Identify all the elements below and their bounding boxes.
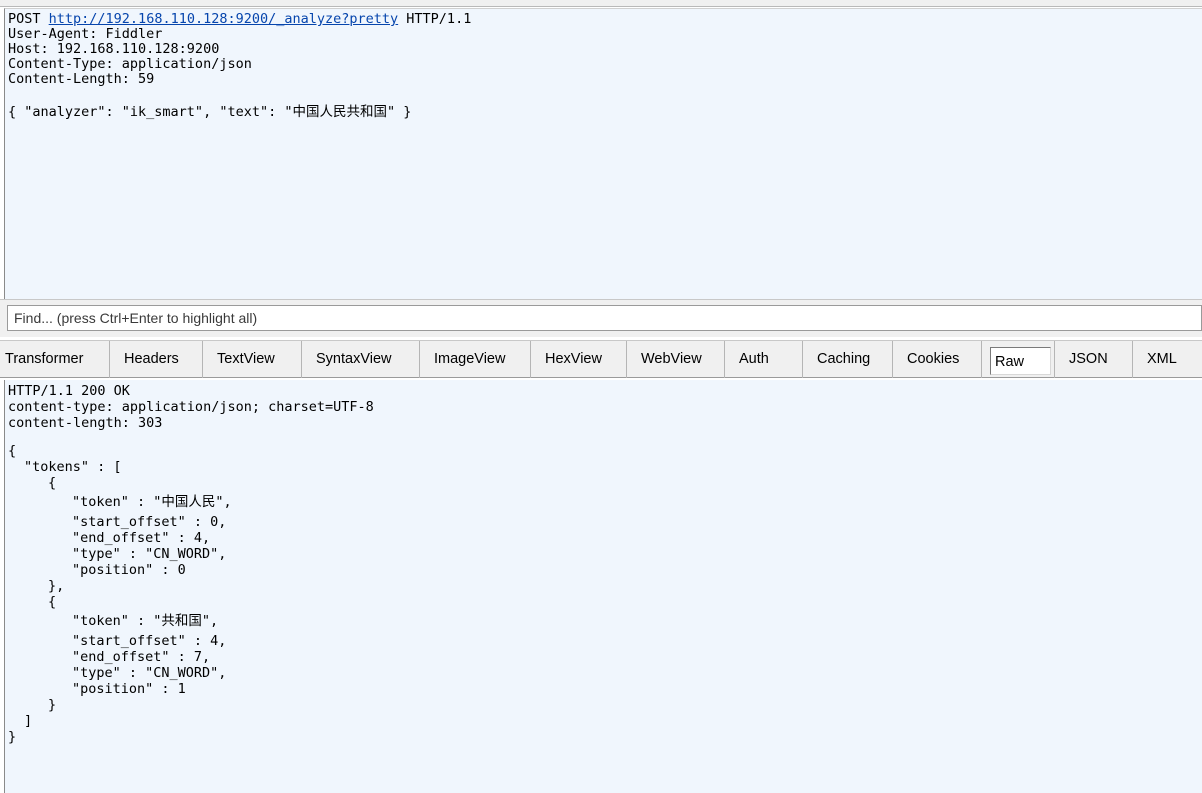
top-tab-strip <box>0 0 1202 7</box>
find-bar: Find... (press Ctrl+Enter to highlight a… <box>0 299 1202 337</box>
json-line: } <box>48 697 57 713</box>
tab-syntaxview[interactable]: SyntaxView <box>302 341 420 378</box>
json-line: }, <box>48 578 65 594</box>
request-line: POST http://192.168.110.128:9200/_analyz… <box>8 12 1202 27</box>
request-header-line: Content-Type: application/json <box>8 56 252 72</box>
json-line: { <box>48 594 57 610</box>
tab-cookies[interactable]: Cookies <box>893 341 982 378</box>
find-input[interactable]: Find... (press Ctrl+Enter to highlight a… <box>7 305 1202 331</box>
request-body: { "analyzer": "ik_smart", "text": "中国人民共… <box>8 104 412 120</box>
tab-caching[interactable]: Caching <box>803 341 893 378</box>
json-line: } <box>8 729 17 745</box>
json-line: "position" : 0 <box>72 562 186 578</box>
request-header-line: User-Agent: Fiddler <box>8 26 163 42</box>
json-line: "token" : "中国人民", <box>72 494 232 510</box>
json-line: "end_offset" : 4, <box>72 530 211 546</box>
tab-json[interactable]: JSON <box>1055 341 1133 378</box>
tab-auth[interactable]: Auth <box>725 341 803 378</box>
response-text: HTTP/1.1 200 OK content-type: application… <box>5 380 1202 745</box>
response-inspector-tabs: Transformer Headers TextView SyntaxView … <box>0 340 1202 378</box>
json-line: "position" : 1 <box>72 681 186 697</box>
json-line: "token" : "共和国", <box>72 613 219 629</box>
json-line: "start_offset" : 4, <box>72 633 227 649</box>
tab-headers[interactable]: Headers <box>110 341 203 378</box>
tab-textview[interactable]: TextView <box>203 341 302 378</box>
json-line: "type" : "CN_WORD", <box>72 546 227 562</box>
response-raw-view[interactable]: HTTP/1.1 200 OK content-type: application… <box>4 380 1202 793</box>
json-line: { <box>48 475 57 491</box>
tab-imageview[interactable]: ImageView <box>420 341 531 378</box>
response-header-line: content-length: 303 <box>8 415 163 431</box>
tab-hexview[interactable]: HexView <box>531 341 627 378</box>
json-line: { <box>8 443 17 459</box>
response-header-line: content-type: application/json; charset=… <box>8 399 374 415</box>
request-text: POST http://192.168.110.128:9200/_analyz… <box>5 9 1202 123</box>
request-method: POST <box>8 11 41 27</box>
json-line: "end_offset" : 7, <box>72 649 211 665</box>
tab-xml[interactable]: XML <box>1133 341 1201 378</box>
request-url-link[interactable]: http://192.168.110.128:9200/_analyze?pre… <box>49 11 399 27</box>
request-raw-view[interactable]: POST http://192.168.110.128:9200/_analyz… <box>4 8 1202 299</box>
json-line: "tokens" : [ <box>24 459 122 475</box>
request-header-line: Content-Length: 59 <box>8 71 155 87</box>
tab-raw[interactable]: Raw <box>982 341 1055 378</box>
tab-webview[interactable]: WebView <box>627 341 725 378</box>
tab-raw-label: Raw <box>990 347 1052 375</box>
tab-transformer[interactable]: Transformer <box>0 341 110 378</box>
json-line: "start_offset" : 0, <box>72 514 227 530</box>
json-line: ] <box>24 713 33 729</box>
response-status-line: HTTP/1.1 200 OK <box>8 383 130 399</box>
request-protocol: HTTP/1.1 <box>406 11 472 27</box>
json-line: "type" : "CN_WORD", <box>72 665 227 681</box>
request-header-line: Host: 192.168.110.128:9200 <box>8 41 220 57</box>
